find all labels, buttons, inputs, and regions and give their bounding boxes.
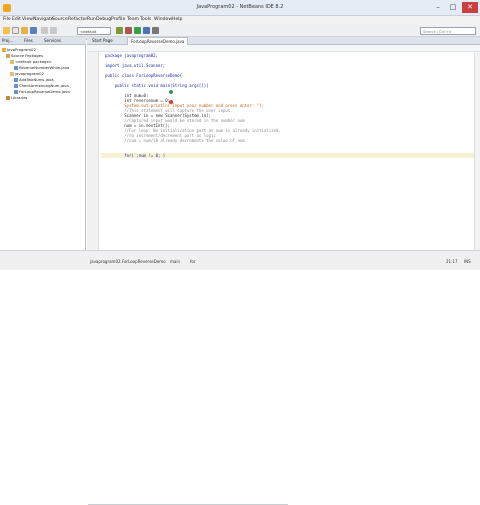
- cursor-position: 21:17: [446, 259, 458, 264]
- java-file-icon: [14, 89, 18, 94]
- menu-help[interactable]: Help: [172, 17, 182, 22]
- new-file-icon[interactable]: [12, 27, 19, 34]
- menu-navigate[interactable]: Navigate: [33, 17, 54, 22]
- projects-panel: Proj... Files Services JavaProgram02 Sou…: [0, 37, 86, 250]
- config-select[interactable]: <default config>: [77, 27, 111, 41]
- current-line: for( ;num != 0; ): [101, 153, 480, 158]
- java-file-icon: [14, 77, 18, 82]
- code-line: public static void main(String args[]){: [105, 83, 209, 88]
- open-project-icon[interactable]: [21, 27, 28, 34]
- breadcrumb-method[interactable]: main: [170, 259, 180, 264]
- code-line: package javaprogram02;: [105, 53, 158, 58]
- code-editor[interactable]: package javaprogram02; import java.util.…: [101, 52, 480, 250]
- window-title: JavaProgram02 - NetBeans IDE 8.2: [196, 4, 284, 10]
- clean-build-icon[interactable]: [125, 27, 132, 34]
- run-marker-icon: [169, 90, 173, 94]
- redo-icon[interactable]: [50, 27, 57, 34]
- panel-tabs: Proj... Files Services: [0, 37, 86, 45]
- tree-item-source-packages[interactable]: Source Packages: [6, 53, 43, 58]
- new-project-icon[interactable]: [3, 27, 10, 34]
- project-icon: [2, 47, 6, 52]
- package-icon: [10, 71, 14, 76]
- menu-debug[interactable]: Debug: [96, 17, 111, 22]
- package-icon: [10, 59, 14, 64]
- tab-forloopreversedemo[interactable]: ForLoopReverseDemo.java: [127, 37, 189, 45]
- netbeans-icon: [3, 4, 11, 12]
- insert-mode: INS: [464, 259, 471, 264]
- debug-icon[interactable]: [143, 27, 150, 34]
- tree-item-file[interactable]: ReverseNumberWhile.java: [14, 65, 69, 70]
- error-marker-icon: [169, 100, 173, 104]
- vertical-scrollbar[interactable]: [474, 52, 480, 250]
- profile-icon[interactable]: [152, 27, 159, 34]
- java-file-icon: [14, 65, 18, 70]
- menu-run[interactable]: Run: [87, 17, 96, 22]
- build-icon[interactable]: [116, 27, 123, 34]
- tab-files[interactable]: Files: [24, 38, 33, 43]
- tab-services[interactable]: Services: [44, 38, 61, 43]
- menu-window[interactable]: Window: [154, 17, 172, 22]
- java-file-icon: [14, 83, 18, 88]
- menu-refactor[interactable]: Refactor: [68, 17, 87, 22]
- tree-item-package[interactable]: javaprogram02: [10, 71, 44, 76]
- menu-edit[interactable]: Edit: [12, 17, 21, 22]
- save-all-icon[interactable]: [30, 27, 37, 34]
- folder-icon: [6, 53, 10, 58]
- editor-toolbar: [87, 45, 480, 52]
- library-icon: [6, 95, 10, 100]
- menu-source[interactable]: Source: [52, 17, 68, 22]
- tab-projects[interactable]: Proj...: [2, 38, 13, 43]
- search-input[interactable]: Search (Ctrl+I): [420, 27, 476, 35]
- menu-bar: File Edit View Navigate Source Refactor …: [0, 16, 480, 25]
- title-bar: JavaProgram02 - NetBeans IDE 8.2 – □ ✕: [0, 0, 480, 16]
- editor-tabs: Start Page ForLoopReverseDemo.java: [87, 37, 480, 45]
- menu-view[interactable]: View: [22, 17, 33, 22]
- menu-team[interactable]: Team: [127, 17, 139, 22]
- breadcrumb-for[interactable]: for: [190, 259, 196, 264]
- tree-item-default-package[interactable]: <default package>: [10, 59, 52, 64]
- tree-item-file[interactable]: ForLoopReverseDemo.java: [14, 89, 70, 94]
- main-toolbar: <default config> Search (Ctrl+I): [0, 25, 480, 41]
- minimize-button[interactable]: –: [432, 2, 444, 13]
- code-comment: //num = num/10 already decrements the va…: [105, 138, 245, 143]
- code-line: import java.util.Scanner;: [105, 63, 166, 68]
- run-icon[interactable]: [134, 27, 141, 34]
- tree-item-file[interactable]: AddTwoNums.java: [14, 77, 54, 82]
- status-bar: javaprogram02.ForLoopReverseDemo main fo…: [0, 250, 480, 505]
- menu-tools[interactable]: Tools: [140, 17, 151, 22]
- tree-item-libraries[interactable]: Libraries: [6, 95, 27, 100]
- breadcrumb-class[interactable]: javaprogram02.ForLoopReverseDemo: [90, 259, 166, 264]
- menu-file[interactable]: File: [3, 17, 11, 22]
- tree-item-file[interactable]: CheckArmstrongNum.java: [14, 83, 69, 88]
- editor-area: Start Page ForLoopReverseDemo.java packa…: [87, 37, 480, 250]
- tree-item-project[interactable]: JavaProgram02: [2, 47, 36, 52]
- tab-start-page[interactable]: Start Page: [89, 37, 116, 45]
- close-button[interactable]: ✕: [462, 2, 478, 13]
- code-line: public class ForLoopReverseDemo{: [105, 73, 183, 78]
- undo-icon[interactable]: [41, 27, 48, 34]
- line-gutter: [87, 52, 99, 250]
- menu-profile[interactable]: Profile: [111, 17, 125, 22]
- maximize-button[interactable]: □: [447, 2, 459, 13]
